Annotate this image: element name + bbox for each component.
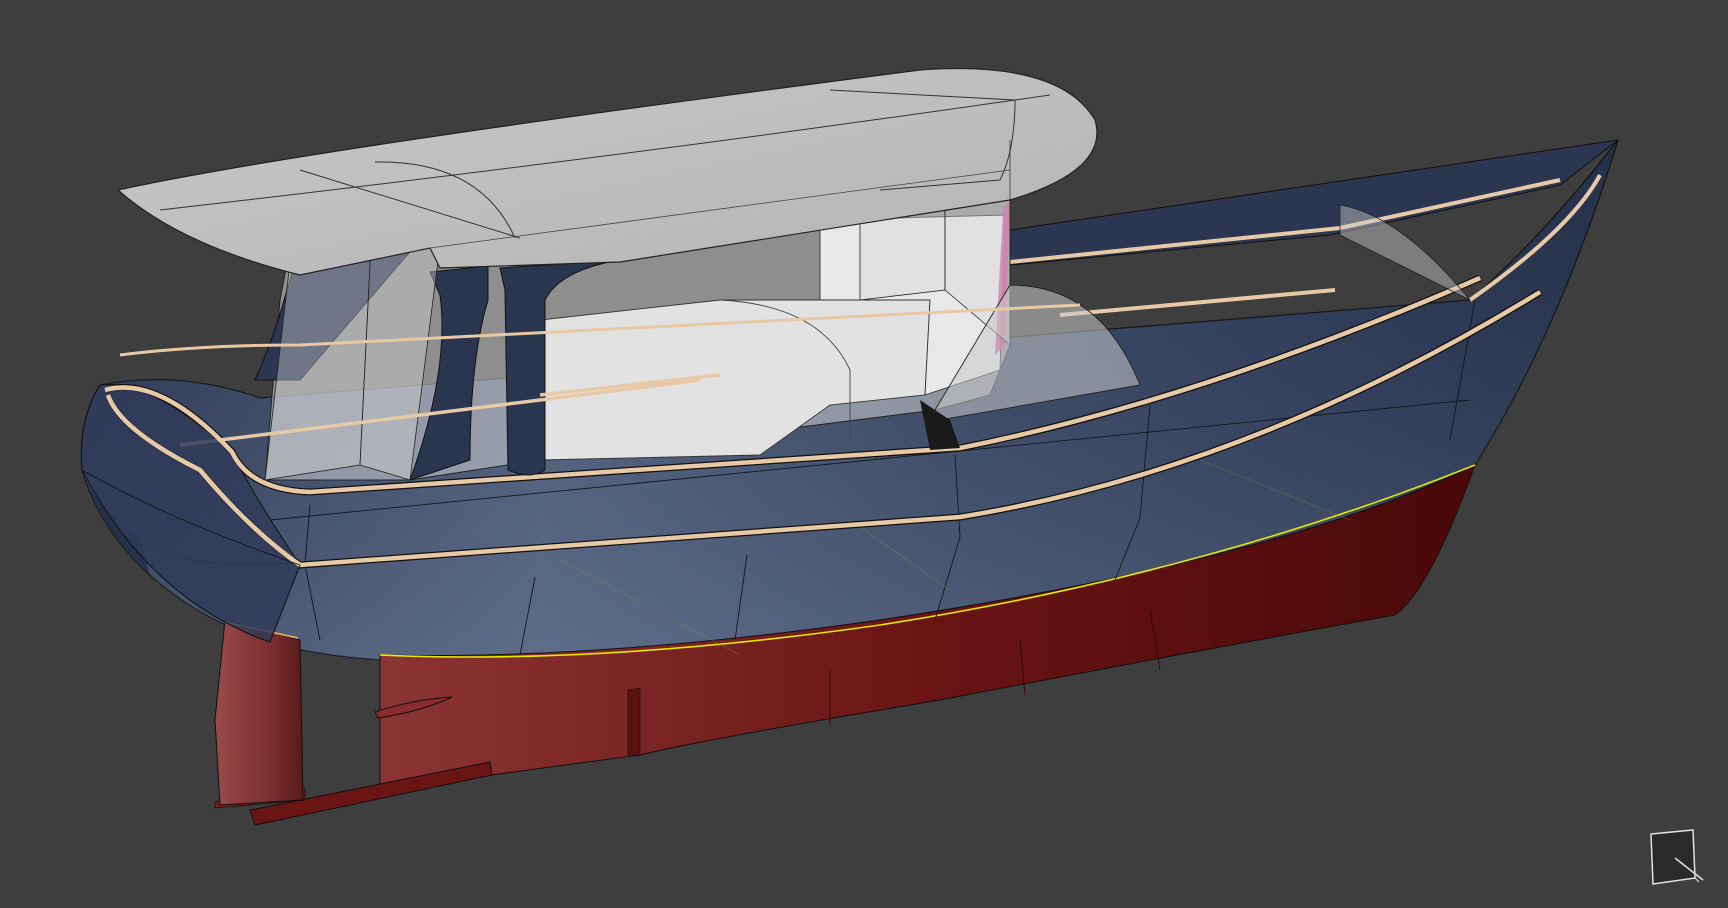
- rudder: [214, 619, 304, 806]
- deck-rail-inner: [1059, 288, 1336, 317]
- boat-model-render: [80, 67, 1620, 826]
- 3d-viewport[interactable]: [0, 0, 1728, 903]
- view-orientation-cube-icon[interactable]: [1647, 828, 1705, 886]
- bow-dome: [1339, 204, 1471, 301]
